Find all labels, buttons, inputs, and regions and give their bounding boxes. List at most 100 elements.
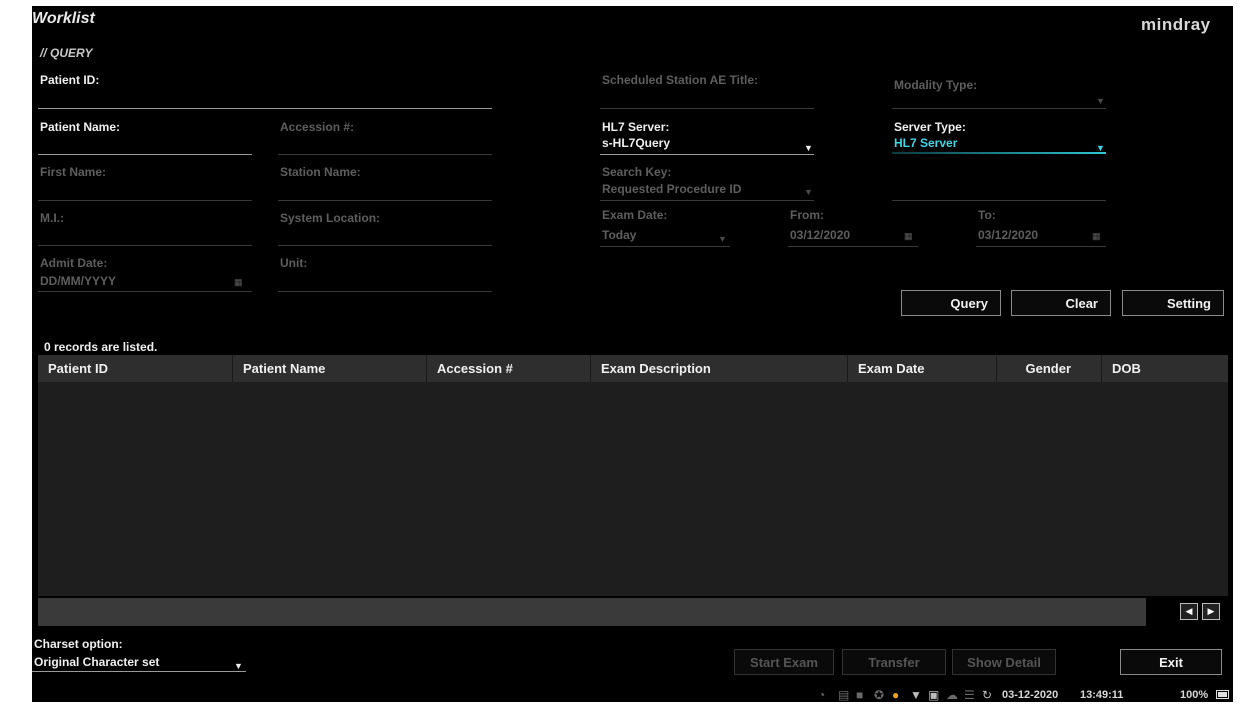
modality-type-label: Modality Type: bbox=[894, 78, 978, 92]
server-type-underline bbox=[892, 152, 1106, 154]
chevron-down-icon[interactable]: ▼ bbox=[234, 661, 243, 671]
accession-field[interactable] bbox=[278, 134, 492, 154]
battery-icon bbox=[1216, 690, 1229, 699]
chevron-down-icon[interactable]: ▼ bbox=[804, 187, 813, 197]
mi-label: M.I.: bbox=[40, 211, 64, 225]
station-name-underline bbox=[278, 200, 492, 201]
status-time: 13:49:11 bbox=[1080, 689, 1124, 701]
system-location-field[interactable] bbox=[278, 224, 492, 245]
system-location-label: System Location: bbox=[280, 211, 381, 225]
search-key-label: Search Key: bbox=[602, 165, 672, 179]
query-section-title: // QUERY bbox=[40, 46, 93, 60]
table-header: Patient ID Patient Name Accession # Exam… bbox=[38, 355, 1228, 382]
calendar-icon[interactable]: ▦ bbox=[234, 277, 243, 288]
table-body[interactable] bbox=[38, 382, 1228, 596]
exam-date-label: Exam Date: bbox=[602, 208, 668, 222]
system-location-underline bbox=[278, 245, 492, 246]
column-dob[interactable]: DOB bbox=[1102, 355, 1228, 382]
unit-label: Unit: bbox=[280, 256, 308, 270]
charset-select[interactable]: Original Character set bbox=[34, 655, 159, 669]
worklist-screen: Worklist mindray // QUERY Patient ID: Pa… bbox=[32, 6, 1233, 702]
chevron-down-icon[interactable]: ▼ bbox=[718, 234, 727, 244]
page-title: Worklist bbox=[32, 10, 95, 27]
patient-name-label: Patient Name: bbox=[40, 120, 121, 134]
accession-label: Accession #: bbox=[280, 120, 355, 134]
exam-date-select[interactable]: Today bbox=[602, 228, 636, 242]
storage-icon: ■ bbox=[856, 688, 864, 702]
patient-id-field[interactable] bbox=[38, 86, 492, 108]
column-exam-description[interactable]: Exam Description bbox=[591, 355, 847, 382]
from-underline bbox=[788, 246, 918, 247]
patient-id-underline bbox=[38, 108, 492, 109]
patient-name-field[interactable] bbox=[38, 134, 252, 154]
query-button[interactable]: Query bbox=[901, 290, 1001, 316]
hl7-server-label: HL7 Server: bbox=[602, 120, 670, 134]
exam-date-underline bbox=[600, 246, 730, 247]
battery-percent: 100% bbox=[1180, 689, 1209, 701]
network-icon: ▤ bbox=[838, 688, 850, 702]
hl7-server-underline bbox=[600, 154, 814, 155]
admit-date-underline bbox=[38, 291, 252, 292]
first-name-underline bbox=[38, 200, 252, 201]
to-underline bbox=[976, 246, 1106, 247]
unit-field[interactable] bbox=[278, 270, 492, 291]
record-count: 0 records are listed. bbox=[44, 340, 158, 354]
column-accession[interactable]: Accession # bbox=[427, 355, 590, 382]
blank-field-underline bbox=[892, 200, 1106, 201]
exit-button[interactable]: Exit bbox=[1120, 649, 1222, 675]
modality-type-underline bbox=[892, 108, 1106, 109]
warning-icon[interactable]: ● bbox=[892, 688, 899, 702]
status-date: 03-12-2020 bbox=[1002, 689, 1059, 701]
cloud-icon: ☁ bbox=[946, 688, 958, 702]
from-date-field[interactable]: 03/12/2020 bbox=[790, 228, 850, 242]
show-detail-button[interactable]: Show Detail bbox=[952, 649, 1056, 675]
search-key-underline bbox=[600, 200, 814, 201]
transfer-button[interactable]: Transfer bbox=[842, 649, 946, 675]
unit-underline bbox=[278, 291, 492, 292]
to-date-field[interactable]: 03/12/2020 bbox=[978, 228, 1038, 242]
column-exam-date[interactable]: Exam Date bbox=[848, 355, 996, 382]
start-exam-button[interactable]: Start Exam bbox=[734, 649, 834, 675]
server-type-select[interactable]: HL7 Server bbox=[894, 136, 957, 150]
accession-underline bbox=[278, 154, 492, 155]
from-label: From: bbox=[790, 208, 824, 222]
dicom-icon: ✪ bbox=[874, 688, 885, 702]
scheduled-station-ae-label: Scheduled Station AE Title: bbox=[602, 73, 759, 87]
mi-field[interactable] bbox=[38, 224, 252, 245]
clear-button[interactable]: Clear bbox=[1011, 290, 1111, 316]
print-icon: ▣ bbox=[928, 688, 940, 702]
brand-logo: mindray bbox=[1141, 15, 1211, 34]
scheduled-station-ae-underline bbox=[600, 108, 814, 109]
hl7-server-select[interactable]: s-HL7Query bbox=[602, 136, 670, 150]
station-name-field[interactable] bbox=[278, 178, 492, 200]
setting-button[interactable]: Setting bbox=[1122, 290, 1224, 316]
search-key-select[interactable]: Requested Procedure ID bbox=[602, 182, 741, 196]
scroll-right-button[interactable]: ▶ bbox=[1202, 603, 1220, 620]
patient-id-label: Patient ID: bbox=[40, 73, 100, 87]
patient-name-underline bbox=[38, 154, 252, 155]
scheduled-station-ae-field[interactable] bbox=[600, 86, 814, 108]
station-name-label: Station Name: bbox=[280, 165, 361, 179]
arrow-right-icon: ▶ bbox=[1207, 606, 1215, 616]
server-type-label: Server Type: bbox=[894, 120, 966, 134]
queue-icon: ☰ bbox=[964, 688, 975, 702]
chevron-down-icon[interactable]: ▼ bbox=[804, 143, 813, 153]
calendar-icon[interactable]: ▦ bbox=[904, 231, 913, 242]
first-name-field[interactable] bbox=[38, 178, 252, 200]
column-patient-name[interactable]: Patient Name bbox=[233, 355, 426, 382]
calendar-icon[interactable]: ▦ bbox=[1092, 231, 1101, 242]
column-gender[interactable]: Gender bbox=[997, 355, 1101, 382]
scroll-left-button[interactable]: ◀ bbox=[1180, 603, 1198, 620]
horizontal-scrollbar[interactable] bbox=[38, 598, 1146, 626]
admit-date-field[interactable]: DD/MM/YYYY bbox=[40, 274, 116, 288]
wifi-icon: ◔ bbox=[818, 688, 826, 702]
admit-date-label: Admit Date: bbox=[40, 256, 108, 270]
double-slash-icon: // bbox=[40, 46, 47, 60]
charset-underline bbox=[32, 671, 246, 672]
charset-label: Charset option: bbox=[34, 637, 123, 651]
column-patient-id[interactable]: Patient ID bbox=[38, 355, 232, 382]
chevron-down-icon[interactable]: ▼ bbox=[1096, 96, 1105, 106]
mi-underline bbox=[38, 245, 252, 246]
trash-icon: ▼ bbox=[910, 688, 922, 702]
to-label: To: bbox=[978, 208, 996, 222]
